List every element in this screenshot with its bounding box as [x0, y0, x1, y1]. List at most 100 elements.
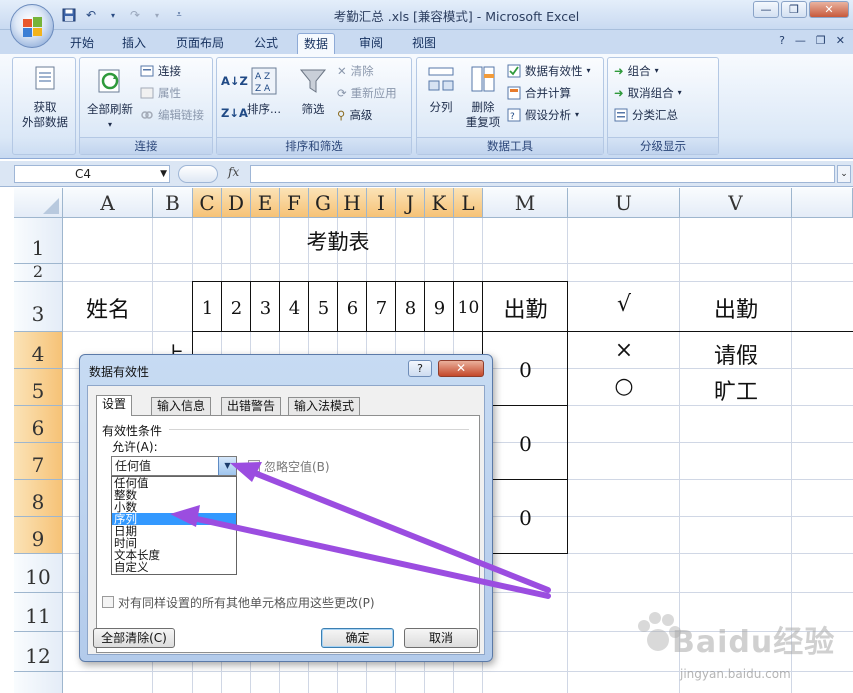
ok-button[interactable]: 确定 [321, 628, 394, 648]
row-header-7[interactable]: 7 [14, 443, 63, 480]
cancel-button[interactable]: 取消 [404, 628, 478, 648]
option-list[interactable]: 序列 [112, 513, 236, 525]
sort-desc-button[interactable]: Z↓A [221, 104, 248, 122]
advanced-filter-button[interactable]: ⚲ 高级 [337, 106, 372, 124]
tab-review[interactable]: 审阅 [353, 33, 389, 54]
row-header-13[interactable] [14, 672, 63, 693]
column-header-m[interactable]: M [483, 188, 568, 218]
edit-links-button[interactable]: 编辑链接 [140, 106, 204, 124]
dialog-title: 数据有效性 [89, 365, 150, 379]
tab-settings[interactable]: 设置 [96, 395, 133, 416]
row-header-6[interactable]: 6 [14, 406, 63, 443]
name-box[interactable]: C4 ▼ [14, 165, 170, 183]
get-external-data-button[interactable]: 获取 外部数据 [15, 64, 75, 130]
clear-button[interactable]: ✕ 清除 [337, 62, 374, 80]
ungroup-button[interactable]: ➜ 取消组合 ▾ [614, 84, 682, 102]
window-title: 考勤汇总 .xls [兼容模式] - Microsoft Excel [333, 9, 580, 24]
sort-button[interactable]: A ZZ A 排序... [245, 66, 283, 117]
column-header-e[interactable]: E [251, 188, 280, 218]
what-if-button[interactable]: ? 假设分析 ▾ [507, 106, 579, 124]
ignore-blank-checkbox[interactable] [248, 460, 260, 472]
column-header-blank[interactable] [792, 188, 853, 218]
column-header-c[interactable]: C [193, 188, 222, 218]
row-header-9[interactable]: 9 [14, 517, 63, 554]
group-button[interactable]: ➜ 组合 ▾ [614, 62, 659, 80]
select-all-corner[interactable] [14, 188, 63, 218]
column-header-b[interactable]: B [153, 188, 193, 218]
column-header-j[interactable]: J [396, 188, 425, 218]
dialog-close-button[interactable]: ✕ [438, 360, 484, 377]
column-header-g[interactable]: G [309, 188, 338, 218]
apply-all-checkbox[interactable] [102, 596, 114, 608]
close-button[interactable]: ✕ [809, 1, 849, 18]
option-decimal[interactable]: 小数 [112, 501, 236, 513]
option-whole-number[interactable]: 整数 [112, 489, 236, 501]
row-header-12[interactable]: 12 [14, 632, 63, 672]
watermark-url: jingyan.baidu.com [680, 667, 791, 681]
column-header-k[interactable]: K [425, 188, 454, 218]
connections-button[interactable]: 连接 [140, 62, 181, 80]
column-header-u[interactable]: U [568, 188, 680, 218]
tab-view[interactable]: 视图 [406, 33, 442, 54]
row-header-1[interactable]: 1 [14, 218, 63, 264]
tab-formulas[interactable]: 公式 [248, 33, 284, 54]
option-text-length[interactable]: 文本长度 [112, 549, 236, 561]
option-time[interactable]: 时间 [112, 537, 236, 549]
ribbon-restore-icon[interactable]: ❐ [816, 34, 826, 47]
day-5: 5 [317, 298, 330, 319]
row-header-4[interactable]: 4 [14, 332, 63, 369]
name-box-dropdown-icon[interactable]: ▼ [160, 166, 167, 182]
column-header-a[interactable]: A [63, 188, 153, 218]
tab-page-layout[interactable]: 页面布局 [170, 33, 230, 54]
option-any[interactable]: 任何值 [112, 477, 236, 489]
subtotal-button[interactable]: 分类汇总 [614, 106, 678, 124]
ribbon-close-icon[interactable]: ✕ [836, 34, 845, 47]
row-header-10[interactable]: 10 [14, 554, 63, 593]
combo-dropdown-arrow-icon[interactable]: ▼ [218, 457, 236, 475]
office-button[interactable] [10, 4, 54, 48]
column-header-l[interactable]: L [454, 188, 483, 218]
edit-links-icon [141, 111, 153, 119]
group-label-data-tools: 数据工具 [417, 137, 603, 154]
minimize-button[interactable]: — [753, 1, 779, 18]
column-header-f[interactable]: F [280, 188, 309, 218]
restore-button[interactable]: ❐ [781, 1, 807, 18]
column-header-i[interactable]: I [367, 188, 396, 218]
insert-function-icon[interactable]: fx [228, 165, 239, 179]
row-header-3[interactable]: 3 [14, 282, 63, 332]
filter-button[interactable]: 筛选 [293, 66, 333, 117]
tab-data[interactable]: 数据 [297, 33, 336, 54]
ribbon-minimize-icon[interactable]: — [795, 34, 806, 47]
row-header-2[interactable]: 2 [14, 264, 63, 282]
tab-input-message[interactable]: 输入信息 [151, 397, 212, 415]
data-validation-button[interactable]: 数据有效性 ▾ [507, 62, 591, 80]
row-header-5[interactable]: 5 [14, 369, 63, 406]
clear-all-button[interactable]: 全部清除(C) [93, 628, 175, 648]
option-date[interactable]: 日期 [112, 525, 236, 537]
sort-asc-button[interactable]: A↓Z [221, 72, 248, 90]
allow-combobox[interactable]: 任何值 ▼ [111, 456, 237, 476]
option-custom[interactable]: 自定义 [112, 561, 236, 573]
tab-insert[interactable]: 插入 [116, 33, 152, 54]
consolidate-button[interactable]: 合并计算 [507, 84, 571, 102]
expand-formula-bar-icon[interactable]: ⌄ [837, 165, 851, 183]
refresh-all-button[interactable]: 全部刷新 ▾ [84, 66, 136, 132]
column-header-h[interactable]: H [338, 188, 367, 218]
formula-splitter[interactable] [178, 165, 218, 183]
tab-error-alert[interactable]: 出错警告 [221, 397, 282, 415]
row-header-11[interactable]: 11 [14, 593, 63, 632]
allow-dropdown-list[interactable]: 任何值 整数 小数 序列 日期 时间 文本长度 自定义 [111, 476, 237, 575]
tab-ime-mode[interactable]: 输入法模式 [288, 397, 361, 415]
row-header-8[interactable]: 8 [14, 480, 63, 517]
column-header-v[interactable]: V [680, 188, 792, 218]
text-to-columns-button[interactable]: 分列 [421, 64, 461, 115]
reapply-button[interactable]: ⟳ 重新应用 [337, 84, 397, 102]
formula-input[interactable] [250, 165, 835, 183]
help-icon[interactable]: ? [779, 34, 785, 47]
dialog-help-button[interactable]: ? [408, 360, 432, 377]
consolidate-icon [507, 86, 521, 100]
remove-duplicates-button[interactable]: 删除 重复项 [463, 64, 503, 130]
column-header-d[interactable]: D [222, 188, 251, 218]
properties-button[interactable]: 属性 [140, 84, 181, 102]
tab-home[interactable]: 开始 [64, 33, 100, 54]
